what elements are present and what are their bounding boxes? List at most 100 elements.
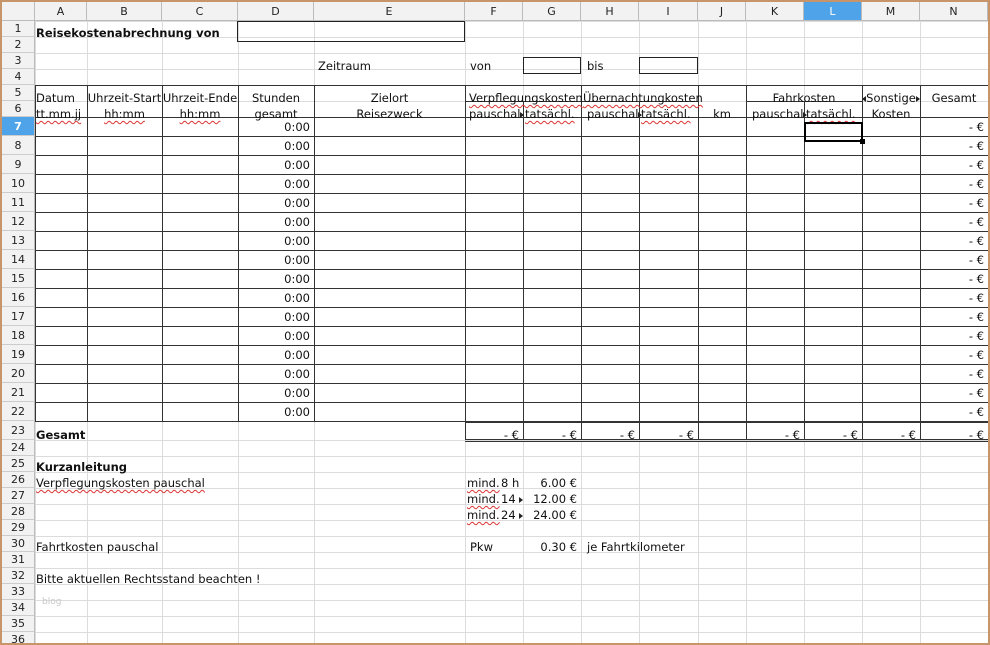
- row-header-13[interactable]: 13: [2, 231, 35, 250]
- stunden-cell[interactable]: 0:00: [238, 290, 310, 306]
- rate-3-hours: 24: [501, 507, 524, 523]
- column-header-b[interactable]: B: [87, 2, 162, 21]
- row-header-22[interactable]: 22: [2, 402, 35, 421]
- row-header-14[interactable]: 14: [2, 250, 35, 269]
- selected-cell-cursor[interactable]: [804, 122, 863, 142]
- gesamt-cell[interactable]: - €: [920, 119, 984, 135]
- gesamt-cell[interactable]: - €: [920, 233, 984, 249]
- von-date-input[interactable]: [523, 57, 581, 74]
- column-header-i[interactable]: I: [639, 2, 698, 21]
- stunden-cell[interactable]: 0:00: [238, 404, 310, 420]
- row-header-29[interactable]: 29: [2, 520, 35, 536]
- stunden-cell[interactable]: 0:00: [238, 233, 310, 249]
- row-header-23[interactable]: 23: [2, 421, 35, 440]
- column-header-h[interactable]: H: [581, 2, 639, 21]
- gesamt-cell[interactable]: - €: [920, 176, 984, 192]
- row-header-17[interactable]: 17: [2, 307, 35, 326]
- row-header-31[interactable]: 31: [2, 552, 35, 568]
- row-header-10[interactable]: 10: [2, 174, 35, 193]
- header-sonstige-kosten: Kosten: [871, 107, 911, 121]
- stunden-cell[interactable]: 0:00: [238, 252, 310, 268]
- row-header-34[interactable]: 34: [2, 600, 35, 616]
- row-header-26[interactable]: 26: [2, 472, 35, 488]
- header-datum-format: tt.mm.jj: [36, 107, 82, 121]
- row-header-5[interactable]: 5: [2, 85, 35, 101]
- row-header-2[interactable]: 2: [2, 37, 35, 53]
- stunden-cell[interactable]: 0:00: [238, 366, 310, 382]
- gesamt-cell[interactable]: - €: [920, 404, 984, 420]
- gesamt-cell[interactable]: - €: [920, 328, 984, 344]
- gesamt-cell[interactable]: - €: [920, 385, 984, 401]
- name-input-box[interactable]: [237, 21, 465, 42]
- row-header-6[interactable]: 6: [2, 101, 35, 117]
- column-header-c[interactable]: C: [162, 2, 238, 21]
- row-header-15[interactable]: 15: [2, 269, 35, 288]
- stunden-cell[interactable]: 0:00: [238, 385, 310, 401]
- row-header-18[interactable]: 18: [2, 326, 35, 345]
- row-header-9[interactable]: 9: [2, 155, 35, 174]
- column-header-m[interactable]: M: [862, 2, 920, 21]
- column-header-a[interactable]: A: [35, 2, 87, 21]
- row-header-28[interactable]: 28: [2, 504, 35, 520]
- gesamt-cell[interactable]: - €: [920, 290, 984, 306]
- row-header-1[interactable]: 1: [2, 21, 35, 37]
- row-header-30[interactable]: 30: [2, 536, 35, 552]
- rate-3-label: mind.: [467, 508, 500, 522]
- header-h-pauschal: pauschal: [587, 106, 643, 122]
- stunden-cell[interactable]: 0:00: [238, 195, 310, 211]
- stunden-cell[interactable]: 0:00: [238, 214, 310, 230]
- row-header-3[interactable]: 3: [2, 53, 35, 69]
- fill-handle[interactable]: [860, 139, 865, 144]
- header-km: km: [713, 107, 731, 121]
- row-header-21[interactable]: 21: [2, 383, 35, 402]
- row-header-7[interactable]: 7: [2, 117, 35, 136]
- stunden-cell[interactable]: 0:00: [238, 157, 310, 173]
- row-header-11[interactable]: 11: [2, 193, 35, 212]
- column-header-f[interactable]: F: [465, 2, 523, 21]
- row-header-27[interactable]: 27: [2, 488, 35, 504]
- gesamt-cell[interactable]: - €: [920, 347, 984, 363]
- column-header-d[interactable]: D: [238, 2, 314, 21]
- gesamt-cell[interactable]: - €: [920, 271, 984, 287]
- row-header-8[interactable]: 8: [2, 136, 35, 155]
- stunden-cell[interactable]: 0:00: [238, 176, 310, 192]
- row-header-24[interactable]: 24: [2, 440, 35, 456]
- stunden-cell[interactable]: 0:00: [238, 271, 310, 287]
- stunden-cell[interactable]: 0:00: [238, 119, 310, 135]
- column-header-g[interactable]: G: [523, 2, 581, 21]
- gesamt-cell[interactable]: - €: [920, 366, 984, 382]
- column-header-n[interactable]: N: [920, 2, 988, 21]
- row-header-12[interactable]: 12: [2, 212, 35, 231]
- gesamt-cell[interactable]: - €: [920, 214, 984, 230]
- watermark-text: blog: [42, 597, 62, 607]
- gesamt-cell[interactable]: - €: [920, 195, 984, 211]
- column-header-k[interactable]: K: [746, 2, 804, 21]
- row-header-4[interactable]: 4: [2, 69, 35, 85]
- stunden-cell[interactable]: 0:00: [238, 347, 310, 363]
- row-header-16[interactable]: 16: [2, 288, 35, 307]
- gesamt-cell[interactable]: - €: [920, 309, 984, 325]
- column-header-e[interactable]: E: [314, 2, 465, 21]
- select-all-corner[interactable]: [2, 2, 35, 21]
- header-sonstige: Sonstige: [862, 90, 920, 106]
- row-header-20[interactable]: 20: [2, 364, 35, 383]
- stunden-cell[interactable]: 0:00: [238, 138, 310, 154]
- stunden-cell[interactable]: 0:00: [238, 328, 310, 344]
- stunden-cell[interactable]: 0:00: [238, 309, 310, 325]
- gesamt-cell[interactable]: - €: [920, 252, 984, 268]
- row-header-33[interactable]: 33: [2, 584, 35, 600]
- row-header-35[interactable]: 35: [2, 616, 35, 632]
- row-header-19[interactable]: 19: [2, 345, 35, 364]
- gesamt-cell[interactable]: - €: [920, 138, 984, 154]
- gesamt-cell[interactable]: - €: [920, 157, 984, 173]
- rate-2-value: 12.00 €: [533, 492, 577, 506]
- row-header-32[interactable]: 32: [2, 568, 35, 584]
- column-header-l[interactable]: L: [804, 2, 862, 21]
- column-header-j[interactable]: J: [698, 2, 746, 21]
- row-header-36[interactable]: 36: [2, 632, 35, 643]
- bis-date-input[interactable]: [639, 57, 698, 74]
- row-header-25[interactable]: 25: [2, 456, 35, 472]
- rate-1-value: 6.00 €: [540, 476, 577, 490]
- header-fahrkosten: Fahrkosten: [772, 91, 836, 105]
- header-l-tatsaechl: tatsächl.: [806, 107, 856, 121]
